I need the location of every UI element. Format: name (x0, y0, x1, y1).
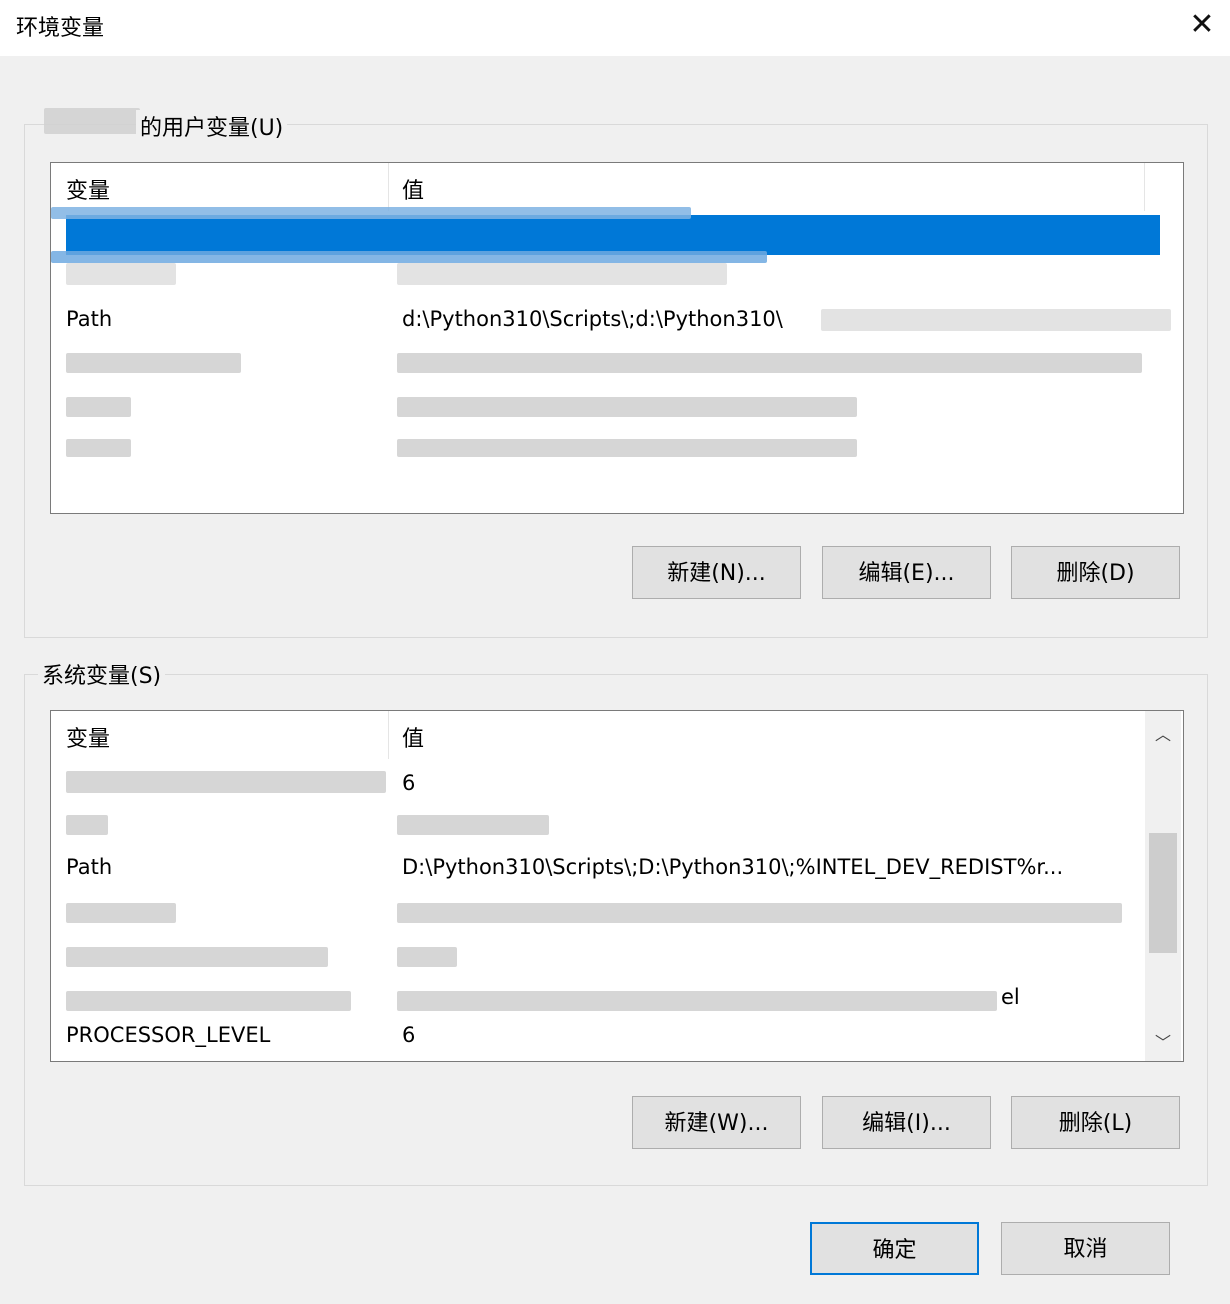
redacted-cell (397, 263, 727, 285)
redacted-cell (66, 397, 131, 417)
redacted-cell (821, 309, 1171, 331)
user-variables-label: 的用户变量(U) (136, 110, 288, 142)
system-new-button[interactable]: 新建(W)... (632, 1096, 801, 1149)
system-delete-button[interactable]: 删除(L) (1011, 1096, 1180, 1149)
redacted-cell (51, 251, 767, 263)
close-icon[interactable]: ✕ (1178, 4, 1226, 46)
system-edit-button[interactable]: 编辑(I)... (822, 1096, 991, 1149)
variable-value: el (1001, 985, 1020, 1009)
redacted-cell (397, 947, 457, 967)
variable-value: d:\Python310\Scripts\;d:\Python310\ (402, 307, 783, 331)
redacted-cell (397, 397, 857, 417)
window-title: 环境变量 (16, 16, 105, 41)
redacted-username (44, 108, 140, 134)
variable-name: Path (66, 855, 113, 879)
column-header-value[interactable]: 值 (402, 173, 424, 205)
list-header: 变量 值 (51, 711, 1183, 759)
vertical-scrollbar[interactable]: ︿ ﹀ (1145, 711, 1181, 1061)
variable-value: 6 (402, 1023, 416, 1047)
redacted-cell (397, 815, 549, 835)
redacted-cell (397, 439, 857, 457)
column-header-name[interactable]: 变量 (66, 721, 110, 753)
system-variables-list[interactable]: 变量 值 6 Path D:\Python310\Scripts\;D:\Pyt… (50, 710, 1184, 1062)
redacted-cell (66, 815, 108, 835)
user-delete-button[interactable]: 删除(D) (1011, 546, 1180, 599)
scrollbar-thumb[interactable] (1149, 833, 1177, 953)
redacted-cell (66, 947, 328, 967)
ok-button[interactable]: 确定 (810, 1222, 979, 1275)
redacted-cell (66, 903, 176, 923)
redacted-cell (66, 439, 131, 457)
redacted-cell (66, 263, 176, 285)
title-bar: 环境变量 ✕ (0, 0, 1230, 56)
cancel-button[interactable]: 取消 (1001, 1222, 1170, 1275)
column-divider[interactable] (1144, 163, 1145, 211)
table-row[interactable]: 6 (51, 765, 1145, 807)
variable-value: D:\Python310\Scripts\;D:\Python310\;%INT… (402, 855, 1064, 879)
redacted-cell (397, 353, 1142, 373)
table-row[interactable]: PROCESSOR_LEVEL 6 (51, 1015, 1145, 1057)
redacted-cell (51, 207, 691, 219)
system-variables-label: 系统变量(S) (38, 658, 166, 690)
scroll-down-icon[interactable]: ﹀ (1145, 1029, 1181, 1053)
column-header-name[interactable]: 变量 (66, 173, 110, 205)
list-header: 变量 值 (51, 163, 1183, 211)
user-new-button[interactable]: 新建(N)... (632, 546, 801, 599)
table-row-selected[interactable] (66, 215, 1160, 255)
table-row[interactable]: el (51, 977, 1145, 1019)
redacted-cell (397, 903, 1122, 923)
column-header-value[interactable]: 值 (402, 721, 424, 753)
user-edit-button[interactable]: 编辑(E)... (822, 546, 991, 599)
user-variables-list[interactable]: 变量 值 Path d:\Python310\Scripts\;d:\Pytho… (50, 162, 1184, 514)
variable-name: Path (66, 307, 113, 331)
variable-name: PROCESSOR_LEVEL (66, 1023, 271, 1047)
redacted-cell (66, 353, 241, 373)
scroll-up-icon[interactable]: ︿ (1145, 721, 1181, 745)
table-row[interactable]: Path D:\Python310\Scripts\;D:\Python310\… (51, 847, 1145, 889)
column-divider[interactable] (388, 163, 389, 211)
variable-value: 6 (402, 771, 416, 795)
column-divider[interactable] (388, 711, 389, 759)
